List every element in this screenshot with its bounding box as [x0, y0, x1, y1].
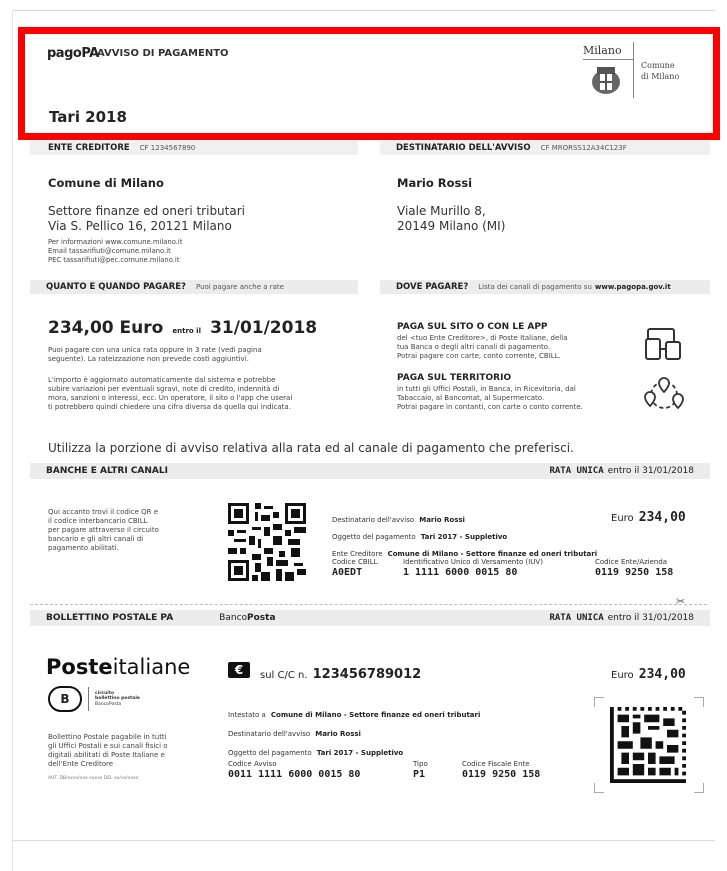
- postal-account: sul C/C n. 123456789012: [260, 667, 422, 682]
- pagopa-link[interactable]: www.pagopa.gov.it: [595, 283, 671, 291]
- postal-subject: Oggetto del pagamento Tari 2017 - Supple…: [228, 749, 404, 757]
- bollettino-b-icon: B: [48, 686, 82, 712]
- amount-note-2: seguente). La rateizzazione non prevede …: [48, 355, 249, 363]
- amount-value: 234,00 Euro: [48, 318, 164, 338]
- pay-online-title: PAGA SUL SITO O CON LE APP: [397, 322, 548, 332]
- bottom-rule: [12, 840, 715, 841]
- how-when-bar: QUANTO E QUANDO PAGARE? Puoi pagare anch…: [30, 280, 358, 294]
- cbill-label: Codice CBILL: [332, 558, 378, 566]
- postal-recipient: Destinatario dell'avviso Mario Rossi: [228, 730, 361, 738]
- left-rule: [12, 10, 13, 871]
- tax-code-value: 0119 9250 158: [462, 769, 541, 780]
- pay-online-3: Potrai pagare con carte, conto corrente,…: [397, 352, 561, 360]
- notice-type-label: AVVISO DI PAGAMENTO: [97, 48, 229, 59]
- creditor-name: Comune di Milano: [48, 176, 164, 190]
- map-pins-icon: [644, 377, 684, 410]
- top-rule: [12, 10, 715, 11]
- recipient-bar: DESTINATARIO DELL'AVVISO CF MRORSS12A34C…: [380, 141, 710, 155]
- notice-code-value: 0011 1111 6000 0015 80: [228, 769, 361, 780]
- creditor-bar: ENTE CREDITORE CF 1234567890: [30, 141, 358, 155]
- devices-icon: [645, 328, 681, 360]
- tax-code-label: Codice Fiscale Ente: [462, 760, 530, 768]
- notice-code-label: Codice Avviso: [228, 760, 277, 768]
- cbill-value: A0EDT: [332, 567, 363, 578]
- postal-note-4: dell'Ente Creditore: [48, 760, 114, 768]
- authorization-text: AUT. DB/xxxx/xxx xxxxx DEL xx/xx/xxxx: [48, 776, 139, 781]
- qr-code: [228, 503, 306, 581]
- euro-icon: €: [228, 662, 250, 678]
- scissors-icon: ✂: [676, 595, 686, 608]
- bank-bar: BANCHE E ALTRI CANALI RATA UNICA entro i…: [30, 463, 710, 479]
- creditor-address-1: Settore finanze ed oneri tributari: [48, 204, 245, 218]
- creditor-info-pec: PEC tassarifiuti@pec.comune.milano.it: [48, 256, 180, 264]
- recipient-name: Mario Rossi: [397, 176, 473, 190]
- pagopa-logo: pagoPA: [47, 46, 99, 61]
- postal-bar: BOLLETTINO POSTALE PA Banco Posta RATA UN…: [30, 610, 710, 626]
- amount-note-6: ti potrebbero quindi chiedere una cifra …: [48, 403, 291, 411]
- entity-code-value: 0119 9250 158: [595, 567, 674, 578]
- amount-line: 234,00 Euro entro il 31/01/2018: [48, 318, 318, 338]
- recipient-address-2: 20149 Milano (MI): [397, 219, 506, 233]
- postal-amount: Euro 234,00: [611, 667, 686, 682]
- bank-amount: Euro 234,00: [611, 510, 686, 525]
- due-date: 31/01/2018: [210, 318, 318, 338]
- notice-header: pagoPA AVVISO DI PAGAMENTO Tari 2018 Mil…: [18, 27, 720, 140]
- notice-title: Tari 2018: [49, 108, 127, 126]
- pay-local-3: Potrai pagare in contanti, con carte o c…: [397, 403, 583, 411]
- bank-note-5: pagamento abilitati.: [48, 544, 119, 552]
- bancoposta-badge: B circuito bollettino postale BancoPosta: [48, 686, 140, 712]
- cut-line: [30, 604, 707, 605]
- type-label: Tipo: [413, 760, 428, 768]
- comune-name: Comune di Milano: [641, 61, 680, 81]
- creditor-address-2: Via S. Pellico 16, 20121 Milano: [48, 219, 232, 233]
- instruction-text: Utilizza la porzione di avviso relativa …: [48, 441, 574, 455]
- pay-local-title: PAGA SUL TERRITORIO: [397, 373, 512, 383]
- comune-logo: Milano Comune di Milano: [583, 42, 695, 98]
- iuv-value: 1 1111 6000 0015 80: [403, 567, 518, 578]
- poste-italiane-logo: Posteitaliane: [46, 655, 191, 679]
- milan-crest-icon: [592, 67, 620, 94]
- postal-holder: Intestato a Comune di Milano - Settore f…: [228, 711, 481, 719]
- type-value: P1: [413, 769, 426, 780]
- creditor-info-web: Per informazioni www.comune.milano.it: [48, 238, 183, 246]
- comune-city: Milano: [583, 44, 622, 57]
- iuv-label: Identificativo Unico di Versamento (IUV): [403, 558, 543, 566]
- entity-code-label: Codice Ente/Azienda: [595, 558, 668, 566]
- creditor-info-email: Email tassarifiuti@comune.milano.it: [48, 247, 171, 255]
- recipient-address-1: Viale Murillo 8,: [397, 204, 486, 218]
- datamatrix-code: [594, 697, 704, 793]
- where-bar: DOVE PAGARE? Lista dei canali di pagamen…: [380, 280, 710, 294]
